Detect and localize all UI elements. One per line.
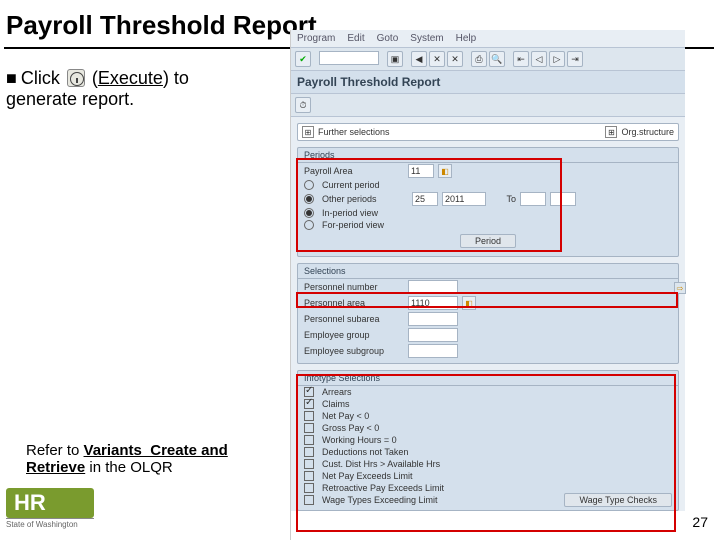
expand-icon[interactable]: ⊞ <box>302 126 314 138</box>
multi-select-icon[interactable]: ⇨ <box>674 282 686 294</box>
checkbox[interactable] <box>304 411 314 421</box>
payroll-area-label: Payroll Area <box>304 166 404 176</box>
infotype-header: Infotype Selections <box>298 371 678 386</box>
infotype-item-0: Arrears <box>322 387 352 397</box>
checkbox[interactable] <box>304 495 314 505</box>
save-icon[interactable]: ▣ <box>387 51 403 67</box>
last-icon[interactable]: ⇥ <box>567 51 583 67</box>
infotype-item-9: Wage Types Exceeding Limit <box>322 495 438 505</box>
selections-panel: Selections Personnel number Personnel ar… <box>297 263 679 364</box>
sel-psa: Personnel subarea <box>304 314 404 324</box>
periods-panel: Periods Payroll Area 11 ◧ Current period… <box>297 147 679 257</box>
sel-eg: Employee group <box>304 330 404 340</box>
radio-inperiod[interactable] <box>304 208 314 218</box>
checkbox[interactable] <box>304 399 314 409</box>
radio-current[interactable] <box>304 180 314 190</box>
periods-header: Periods <box>298 148 678 163</box>
checkbox[interactable] <box>304 459 314 469</box>
instr-exec: Execute <box>98 68 163 88</box>
prev-icon[interactable]: ◁ <box>531 51 547 67</box>
to-label: To <box>490 194 516 204</box>
instr-prefix: Click <box>21 68 60 88</box>
execute-icon <box>67 69 85 87</box>
radio-forperiod[interactable] <box>304 220 314 230</box>
label-forperiod: For-period view <box>322 220 384 230</box>
infotype-item-3: Gross Pay < 0 <box>322 423 379 433</box>
app-toolbar: ⏱ <box>291 94 685 117</box>
other-period-4[interactable] <box>550 192 576 206</box>
find-icon[interactable]: 🔍 <box>489 51 505 67</box>
next-icon[interactable]: ▷ <box>549 51 565 67</box>
hr-mark: HR <box>6 488 94 518</box>
main-toolbar: ✔ ▣ ◀ ✕ ✕ ⎙ 🔍 ⇤ ◁ ▷ ⇥ <box>291 48 685 71</box>
footer-refer: Refer to <box>26 442 84 459</box>
sel-pn: Personnel number <box>304 282 404 292</box>
label-current: Current period <box>322 180 380 190</box>
infotype-item-5: Deductions not Taken <box>322 447 408 457</box>
label-other: Other periods <box>322 194 408 204</box>
enter-icon[interactable]: ✔ <box>295 51 311 67</box>
checkbox[interactable] <box>304 387 314 397</box>
checkbox[interactable] <box>304 435 314 445</box>
app-title: Payroll Threshold Report <box>291 71 685 94</box>
further-label: Further selections <box>318 127 601 137</box>
label-inperiod: In-period view <box>322 208 378 218</box>
checkbox[interactable] <box>304 447 314 457</box>
expand-icon[interactable]: ⊞ <box>605 126 617 138</box>
sel-pa: Personnel area <box>304 298 404 308</box>
sel-esg: Employee subgroup <box>304 346 404 356</box>
pa-input[interactable]: 1110 <box>408 296 458 310</box>
command-field[interactable] <box>319 51 379 65</box>
eg-input[interactable] <box>408 328 458 342</box>
psa-input[interactable] <box>408 312 458 326</box>
infotype-item-2: Net Pay < 0 <box>322 411 369 421</box>
menu-program[interactable]: Program <box>297 33 335 44</box>
infotype-panel: Infotype Selections Arrears Claims Net Pay… <box>297 370 679 511</box>
period-button[interactable]: Period <box>460 234 516 248</box>
selections-header: Selections <box>298 264 678 279</box>
execute-button[interactable]: ⏱ <box>295 97 311 113</box>
footer-note: Refer to Variants_Create and Retrieve in… <box>26 442 256 476</box>
menu-edit[interactable]: Edit <box>347 33 364 44</box>
other-period-3[interactable] <box>520 192 546 206</box>
other-period-1[interactable]: 25 <box>412 192 438 206</box>
infotype-item-8: Retroactive Pay Exceeds Limit <box>322 483 444 493</box>
other-period-2[interactable]: 2011 <box>442 192 486 206</box>
first-icon[interactable]: ⇤ <box>513 51 529 67</box>
infotype-item-7: Net Pay Exceeds Limit <box>322 471 413 481</box>
search-help-icon[interactable]: ◧ <box>462 296 476 310</box>
exit-icon[interactable]: ✕ <box>429 51 445 67</box>
back-icon[interactable]: ◀ <box>411 51 427 67</box>
pn-input[interactable] <box>408 280 458 294</box>
checkbox[interactable] <box>304 483 314 493</box>
org-label: Org.structure <box>621 127 674 137</box>
page-number: 27 <box>692 514 708 530</box>
cancel-icon[interactable]: ✕ <box>447 51 463 67</box>
menu-bar: Program Edit Goto System Help <box>291 30 685 48</box>
further-selections-bar: ⊞ Further selections ⊞ Org.structure <box>297 123 679 141</box>
menu-goto[interactable]: Goto <box>377 33 399 44</box>
sap-window: Program Edit Goto System Help ✔ ▣ ◀ ✕ ✕ … <box>290 30 685 540</box>
radio-other[interactable] <box>304 194 314 204</box>
checkbox[interactable] <box>304 471 314 481</box>
footer-rest: in the OLQR <box>85 459 173 476</box>
payroll-area-input[interactable]: 11 <box>408 164 434 178</box>
infotype-item-4: Working Hours = 0 <box>322 435 397 445</box>
bullet-square: ■ <box>6 68 17 88</box>
menu-help[interactable]: Help <box>456 33 477 44</box>
infotype-item-6: Cust. Dist Hrs > Available Hrs <box>322 459 440 469</box>
infotype-item-1: Claims <box>322 399 350 409</box>
hr-logo: HR State of Washington <box>6 488 94 529</box>
wagetype-button[interactable]: Wage Type Checks <box>564 493 672 507</box>
esg-input[interactable] <box>408 344 458 358</box>
instr-suffix: ) to <box>163 68 189 88</box>
instr-line2: generate report. <box>6 89 276 110</box>
search-help-icon[interactable]: ◧ <box>438 164 452 178</box>
menu-system[interactable]: System <box>410 33 443 44</box>
sap-body: ⊞ Further selections ⊞ Org.structure Per… <box>291 117 685 511</box>
print-icon[interactable]: ⎙ <box>471 51 487 67</box>
hr-sub: State of Washington <box>6 518 94 529</box>
checkbox[interactable] <box>304 423 314 433</box>
instruction-block: ■ Click (Execute) to generate report. <box>6 68 276 110</box>
